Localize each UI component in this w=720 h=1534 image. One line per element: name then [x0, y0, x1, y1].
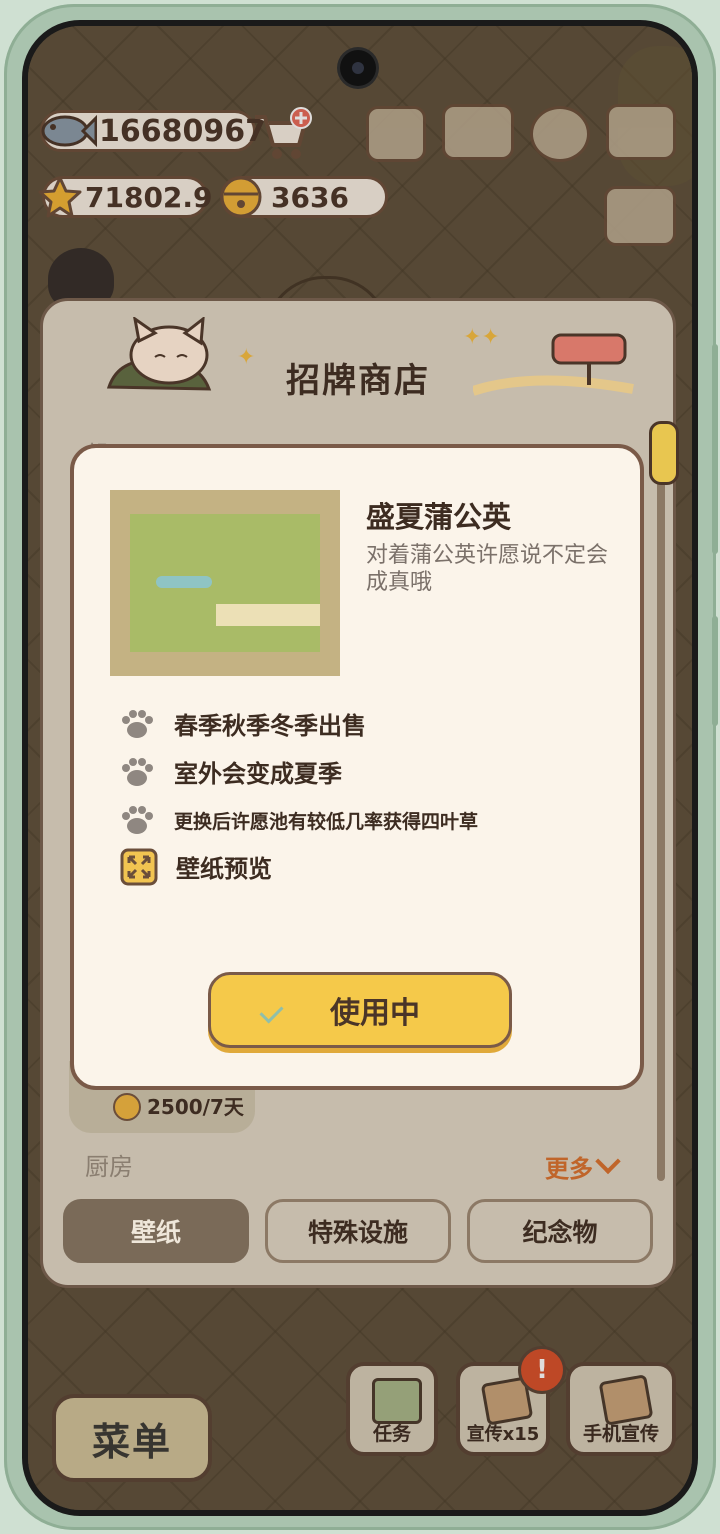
volume-button	[712, 344, 718, 554]
bell-icon	[216, 172, 266, 222]
power-button	[712, 616, 718, 726]
bell-count: 3636	[271, 180, 349, 214]
bell-icon	[113, 1093, 141, 1121]
tab-souvenirs[interactable]: 纪念物	[467, 1199, 653, 1263]
item-description: 对着蒲公英许愿说不定会成真哦	[366, 543, 609, 595]
task-button[interactable]: 任务	[346, 1362, 438, 1456]
gear-icon[interactable]	[530, 106, 590, 162]
tab-wallpaper[interactable]: 壁纸	[63, 1199, 249, 1263]
layout-toggle-icon[interactable]	[604, 186, 676, 246]
in-use-label: 使用中	[330, 996, 420, 1031]
section-label: 厨房	[85, 1153, 133, 1181]
fish-count: 16680967	[99, 113, 266, 149]
feature-row: 更换后许愿池有较低几率获得四叶草	[120, 804, 478, 836]
phone-promo-label: 手机宣传	[582, 1423, 659, 1445]
preview-label: 壁纸预览	[176, 854, 272, 883]
tab-special-facilities[interactable]: 特殊设施	[265, 1199, 451, 1263]
shop-cart-add-button[interactable]	[250, 106, 314, 164]
chevron-down-icon	[595, 1148, 621, 1174]
paw-icon	[120, 804, 154, 836]
wallpaper-preview-link[interactable]: 壁纸预览	[120, 848, 272, 886]
feature-text: 室外会变成夏季	[174, 760, 342, 788]
in-use-button[interactable]: 使用中	[208, 972, 512, 1048]
newspaper-icon[interactable]	[366, 106, 426, 162]
checklist-icon	[372, 1378, 422, 1424]
phone-promo-button[interactable]: 手机宣传	[566, 1362, 676, 1456]
task-label: 任务	[372, 1423, 411, 1445]
fish-icon	[38, 104, 98, 158]
wallpaper-preview-image[interactable]	[110, 490, 340, 676]
item-detail-dialog: 盛夏蒲公英 对着蒲公英许愿说不定会成真哦 春季秋季冬季出售 室外会变成夏季 更换…	[70, 444, 644, 1090]
paint-roller-illustration	[471, 331, 643, 399]
menu-button[interactable]: 菜单	[52, 1394, 212, 1482]
feature-text: 春季秋季冬季出售	[174, 712, 366, 740]
feature-text: 更换后许愿池有较低几率获得四叶草	[174, 810, 479, 833]
recipe-book-icon[interactable]	[442, 104, 514, 160]
feature-row: 春季秋季冬季出售	[120, 706, 366, 741]
more-button[interactable]: 更多	[545, 1148, 621, 1184]
menu-label: 菜单	[91, 1419, 172, 1464]
item-price: 2500/7天	[147, 1095, 244, 1119]
expand-icon	[120, 848, 158, 886]
alert-badge: !	[518, 1346, 566, 1394]
map-icon[interactable]	[606, 104, 676, 160]
feature-row: 室外会变成夏季	[120, 754, 342, 789]
more-label: 更多	[545, 1155, 593, 1183]
front-camera	[340, 50, 376, 86]
paw-icon	[120, 756, 154, 788]
promo-label: 宣传x15	[466, 1424, 540, 1445]
scrollbar-thumb[interactable]	[649, 421, 679, 485]
scrollbar-track[interactable]	[657, 451, 665, 1181]
star-icon	[36, 174, 84, 220]
star-count: 71802.9	[85, 180, 213, 214]
check-icon	[259, 999, 284, 1024]
paw-icon	[120, 708, 154, 740]
item-name: 盛夏蒲公英	[366, 500, 512, 534]
